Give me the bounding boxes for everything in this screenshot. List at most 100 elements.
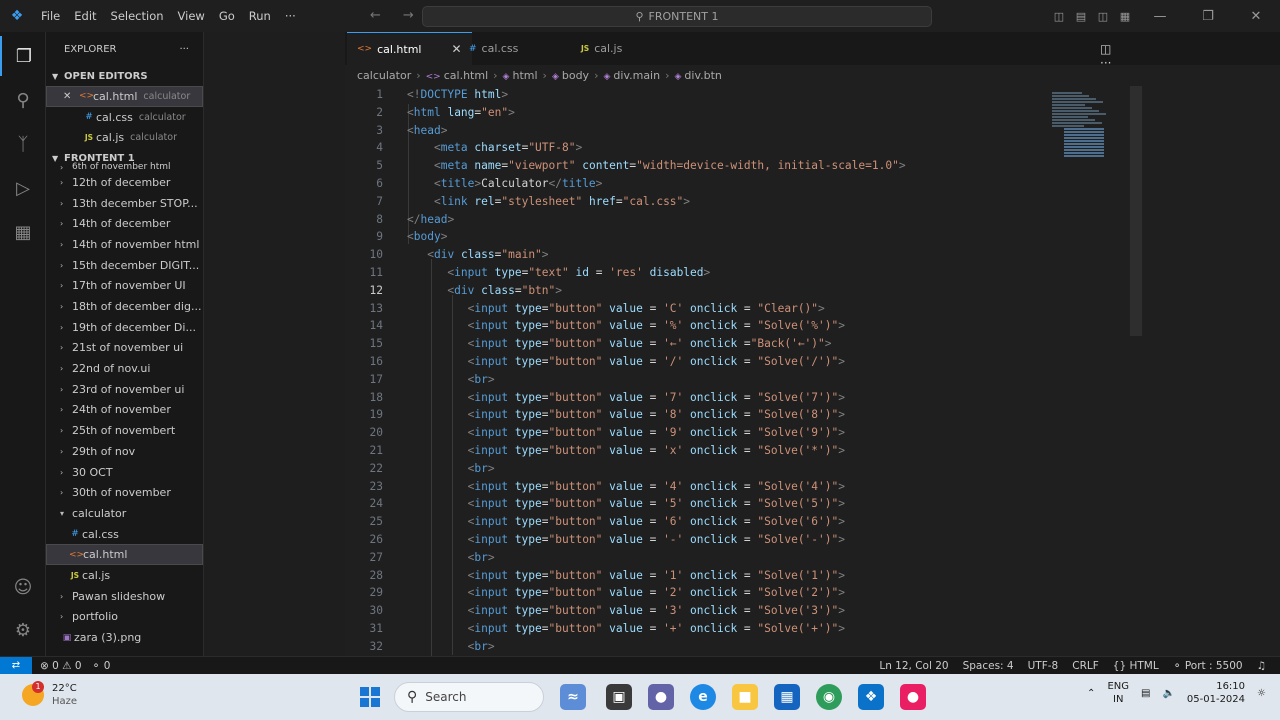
tab-cal-html[interactable]: <> cal.html ✕ <box>347 32 472 65</box>
minimap[interactable] <box>1050 92 1120 162</box>
folder-17th-of-november-ui[interactable]: › 17th of november UI <box>46 276 203 297</box>
folder-25th-of-novembert[interactable]: › 25th of novembert <box>46 420 203 441</box>
toggle-panel-icon[interactable]: ▤ <box>1070 10 1092 23</box>
language-indicator[interactable]: ENG IN <box>1107 680 1129 706</box>
menu-more[interactable]: ··· <box>278 0 303 32</box>
tab-cal-css[interactable]: # cal.css <box>459 32 528 65</box>
file-cal-html[interactable]: <> cal.html <box>46 544 203 566</box>
folder-13th-december-stop-[interactable]: › 13th december STOP... <box>46 193 203 214</box>
tab-cal-js[interactable]: JS cal.js <box>571 32 632 65</box>
file-cal-css[interactable]: # cal.css <box>46 524 203 545</box>
code-token: input <box>474 426 509 440</box>
breadcrumb-item-body[interactable]: ◈ body <box>552 69 589 82</box>
folder-pawan-slideshow[interactable]: › Pawan slideshow <box>46 586 203 607</box>
code-editor[interactable]: 1 <!DOCTYPE html> 2 <html lang="en"> 3 <head>… <box>345 86 1280 656</box>
command-center-search[interactable]: ⚲ FRONTENT 1 <box>422 6 932 27</box>
editor-scrollbar[interactable] <box>1130 86 1142 336</box>
explorer-icon[interactable]: ❐ <box>0 36 46 76</box>
open-editors-section[interactable]: ▼ OPEN EDITORS <box>46 66 203 86</box>
vscode-taskbar-icon[interactable]: ❖ <box>858 684 884 710</box>
run-debug-icon[interactable]: ▷ <box>0 168 46 208</box>
source-control-icon[interactable]: ᛉ <box>0 124 46 164</box>
cursor-position[interactable]: Ln 12, Col 20 <box>879 660 948 672</box>
extensions-icon[interactable]: ▦ <box>0 212 46 252</box>
folder-19th-of-december-di-[interactable]: › 19th of december Di... <box>46 317 203 338</box>
forward-arrow-icon[interactable]: → <box>403 8 414 23</box>
store-app-icon[interactable]: ▦ <box>774 684 800 710</box>
language-mode[interactable]: {} HTML <box>1113 660 1159 672</box>
close-window-icon[interactable]: ✕ <box>1232 9 1280 24</box>
file-cal-js[interactable]: JS cal.js <box>46 565 203 586</box>
menu-file[interactable]: File <box>34 0 67 32</box>
back-arrow-icon[interactable]: ← <box>370 8 381 23</box>
folder-15th-december-digit-[interactable]: › 15th december DIGIT... <box>46 255 203 276</box>
recorder-app-icon[interactable]: ● <box>900 684 926 710</box>
menu-edit[interactable]: Edit <box>67 0 103 32</box>
remote-indicator-icon[interactable]: ⇄ <box>0 656 32 675</box>
menu-selection[interactable]: Selection <box>104 0 171 32</box>
live-server-port[interactable]: ⚬ Port : 5500 <box>1173 660 1243 672</box>
folder-calculator[interactable]: ▾ calculator <box>46 503 203 524</box>
folder-12th-of-december[interactable]: › 12th of december <box>46 172 203 193</box>
code-line: 27 <br> <box>345 549 1145 567</box>
windows-start-icon[interactable] <box>360 687 380 707</box>
folder-portfolio[interactable]: › portfolio <box>46 607 203 628</box>
tray-chevron-up-icon[interactable]: ⌃ <box>1087 688 1095 699</box>
account-icon[interactable]: ☺ <box>0 567 46 607</box>
breadcrumb-item-html[interactable]: ◈ html <box>503 69 538 82</box>
code-text: <input type="button" value = 'C' onclick… <box>407 300 825 318</box>
clock[interactable]: 16:10 05-01-2024 <box>1187 680 1245 706</box>
manage-gear-icon[interactable]: ⚙ <box>0 610 46 650</box>
breadcrumb-item-calculator[interactable]: calculator <box>357 69 411 82</box>
notification-icon[interactable]: ☼ <box>1257 688 1266 699</box>
breadcrumb-item-div-main[interactable]: ◈ div.main <box>603 69 660 82</box>
taskbar-search[interactable]: ⚲ Search <box>394 682 544 712</box>
customize-layout-icon[interactable]: ▦ <box>1114 10 1136 23</box>
file-explorer-icon[interactable]: ■ <box>732 684 758 710</box>
chrome-browser-icon[interactable]: ◉ <box>816 684 842 710</box>
folder-21st-of-november-ui[interactable]: › 21st of november ui <box>46 338 203 359</box>
more-actions-icon[interactable]: ··· <box>179 44 189 55</box>
toggle-secondary-sidebar-icon[interactable]: ◫ <box>1092 10 1114 23</box>
chevron-right-icon: › <box>60 198 64 208</box>
weather-widget[interactable]: 1 22°C Haze <box>22 681 77 708</box>
menu-go[interactable]: Go <box>212 0 242 32</box>
folder-14th-of-december[interactable]: › 14th of december <box>46 213 203 234</box>
close-icon[interactable]: ✕ <box>63 91 79 102</box>
folder-30-oct[interactable]: › 30 OCT <box>46 462 203 483</box>
edge-browser-icon[interactable]: e <box>690 684 716 710</box>
folder-23rd-of-november-ui[interactable]: › 23rd of november ui <box>46 379 203 400</box>
widgets-app-icon[interactable]: ≈ <box>560 684 586 710</box>
toggle-primary-sidebar-icon[interactable]: ◫ <box>1048 10 1070 23</box>
split-editor-icon[interactable]: ◫ <box>1100 42 1111 56</box>
end-of-line[interactable]: CRLF <box>1072 660 1099 672</box>
menu-view[interactable]: View <box>171 0 212 32</box>
search-icon: ⚲ <box>407 689 418 705</box>
indentation[interactable]: Spaces: 4 <box>963 660 1014 672</box>
open-editor-cal-js[interactable]: JS cal.js calculator <box>46 127 203 148</box>
notifications-bell-icon[interactable]: ♫ <box>1257 660 1266 672</box>
volume-icon[interactable]: 🔈 <box>1162 688 1174 699</box>
encoding[interactable]: UTF-8 <box>1028 660 1059 672</box>
restore-icon[interactable]: ❐ <box>1184 9 1232 24</box>
folder-18th-of-december-dig-[interactable]: › 18th of december dig... <box>46 296 203 317</box>
open-editor-cal-css[interactable]: # cal.css calculator <box>46 107 203 128</box>
menu-run[interactable]: Run <box>242 0 278 32</box>
teams-app-icon[interactable]: ● <box>648 684 674 710</box>
file-png[interactable]: ▣ zara (3).png <box>46 627 203 648</box>
open-editor-cal-html[interactable]: ✕ <> cal.html calculator <box>46 86 203 107</box>
breadcrumb-item-cal-html[interactable]: <> cal.html <box>426 69 489 82</box>
folder-24th-of-november[interactable]: › 24th of november <box>46 400 203 421</box>
breadcrumb-item-div-btn[interactable]: ◈ div.btn <box>675 69 722 82</box>
folder-22nd-of-nov-ui[interactable]: › 22nd of nov.ui <box>46 358 203 379</box>
problems-indicator[interactable]: ⊗ 0 ⚠ 0 <box>40 660 82 672</box>
minimize-icon[interactable]: — <box>1136 9 1184 24</box>
search-view-icon[interactable]: ⚲ <box>0 80 46 120</box>
folder-14th-of-november-html[interactable]: › 14th of november html <box>46 234 203 255</box>
folder-30th-of-november[interactable]: › 30th of november <box>46 482 203 503</box>
ports-indicator[interactable]: ⚬ 0 <box>92 660 111 672</box>
folder-29th-of-nov[interactable]: › 29th of nov <box>46 441 203 462</box>
network-icon[interactable]: ▤ <box>1141 688 1150 699</box>
task-view-icon[interactable]: ▣ <box>606 684 632 710</box>
